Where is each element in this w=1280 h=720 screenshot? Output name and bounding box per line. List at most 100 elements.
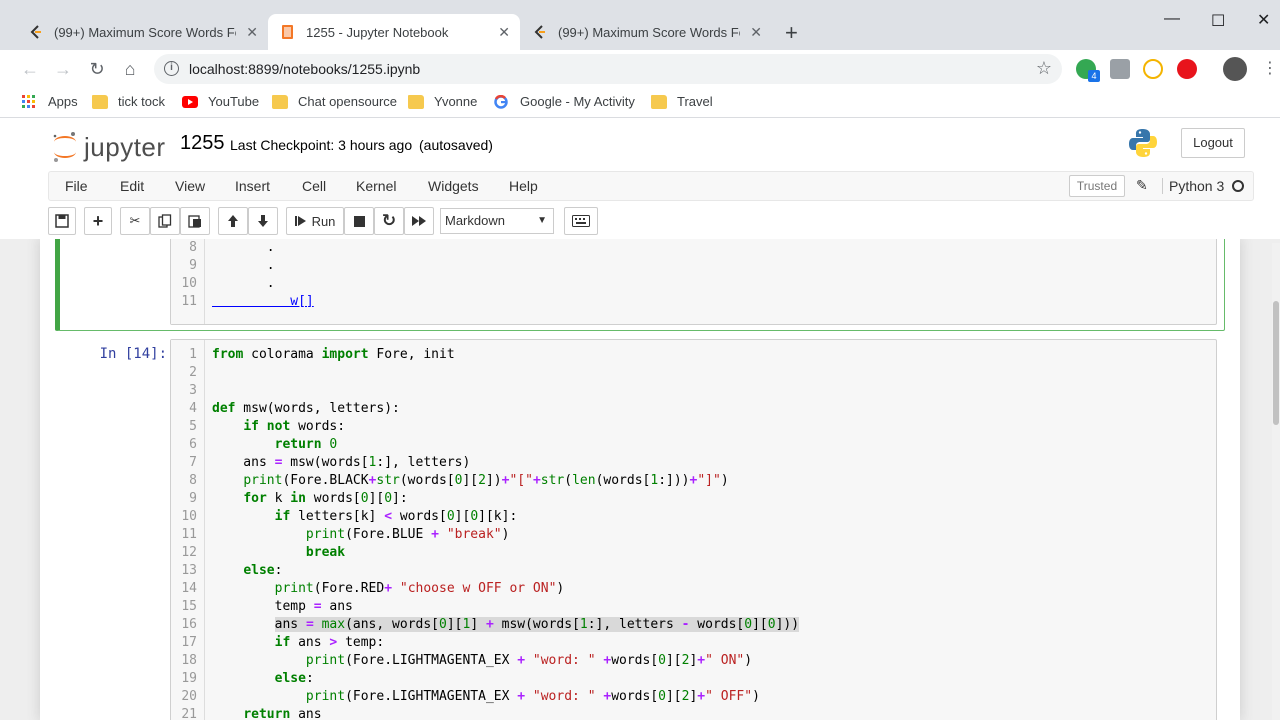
scrollbar-thumb[interactable] xyxy=(1273,301,1279,425)
code-text: temp = ans xyxy=(212,599,353,614)
code-line[interactable]: 18 print(Fore.LIGHTMAGENTA_EX + "word: "… xyxy=(171,652,1211,670)
jupyter-header: jupyter 1255 Last Checkpoint: 3 hours ag… xyxy=(0,122,1280,170)
cut-button[interactable]: ✂ xyxy=(120,207,150,235)
leetcode-favicon-icon xyxy=(532,24,548,40)
line-number: 2 xyxy=(189,365,197,380)
extension-puzzle-icon[interactable] xyxy=(1110,59,1130,79)
line-number: 20 xyxy=(181,689,197,704)
logout-button[interactable]: Logout xyxy=(1181,128,1245,158)
code-cell-selected[interactable]: 7w[____0____]8 .9 .10 .11 w[] xyxy=(55,239,1225,331)
bookmark-travel[interactable]: Travel xyxy=(651,94,713,109)
extension-w-icon[interactable] xyxy=(1143,59,1163,79)
site-info-icon[interactable]: i xyxy=(164,61,179,76)
menu-file[interactable]: File xyxy=(65,178,88,194)
bookmark-yvonne[interactable]: Yvonne xyxy=(408,94,477,109)
step-forward-icon xyxy=(294,216,306,226)
menu-edit[interactable]: Edit xyxy=(120,178,144,194)
browser-menu-icon[interactable]: ⋮ xyxy=(1262,58,1278,78)
restart-kernel-button[interactable]: ↻ xyxy=(374,207,404,235)
move-up-button[interactable] xyxy=(218,207,248,235)
code-text: print(Fore.LIGHTMAGENTA_EX + "word: " +w… xyxy=(305,653,753,668)
run-button[interactable]: Run xyxy=(286,207,344,235)
minimize-icon[interactable]: — xyxy=(1164,10,1180,28)
code-line[interactable]: 17 if ans > temp: xyxy=(171,634,1211,652)
url-input[interactable]: i localhost:8899/notebooks/1255.ipynb ☆ xyxy=(154,54,1062,84)
browser-tab-3[interactable]: (99+) Maximum Score Words For ✕ xyxy=(520,14,772,50)
notebook-name[interactable]: 1255 xyxy=(180,132,225,155)
menu-cell[interactable]: Cell xyxy=(302,178,326,194)
bookmark-tick-tock[interactable]: tick tock xyxy=(92,94,165,109)
code-line[interactable]: 13 else: xyxy=(171,562,1211,580)
cell-type-select[interactable]: Markdown ▼ xyxy=(440,208,554,234)
insert-cell-button[interactable]: + xyxy=(84,207,112,235)
restart-run-all-button[interactable] xyxy=(404,207,434,235)
bookmark-label: YouTube xyxy=(208,94,260,109)
arrow-up-icon xyxy=(228,215,238,227)
code-line[interactable]: 11 print(Fore.BLUE + "break") xyxy=(171,526,1211,544)
code-line[interactable]: 15 temp = ans xyxy=(171,598,1211,616)
tab-close-icon[interactable]: ✕ xyxy=(246,24,258,41)
code-line[interactable]: 8 . xyxy=(171,239,1211,257)
home-icon[interactable]: ⌂ xyxy=(120,59,140,80)
code-line[interactable]: 10 if letters[k] < words[0][0][k]: xyxy=(171,508,1211,526)
save-button[interactable] xyxy=(48,207,76,235)
back-arrow-icon[interactable]: ← xyxy=(20,59,40,80)
code-line[interactable]: 6 return 0 xyxy=(171,436,1211,454)
code-line[interactable]: 11 w[] xyxy=(171,293,1211,311)
code-line[interactable]: 10 . xyxy=(171,275,1211,293)
code-editor[interactable]: 7w[____0____]8 .9 .10 .11 w[] xyxy=(170,239,1217,325)
code-line[interactable]: 7 ans = msw(words[1:], letters) xyxy=(171,454,1211,472)
browser-tab-2[interactable]: 1255 - Jupyter Notebook ✕ xyxy=(268,14,520,50)
code-line[interactable]: 1 from colorama import Fore, init xyxy=(171,346,1211,364)
close-window-icon[interactable]: ✕ xyxy=(1257,10,1270,30)
tab-close-icon[interactable]: ✕ xyxy=(750,24,762,41)
code-line[interactable]: 20 print(Fore.LIGHTMAGENTA_EX + "word: "… xyxy=(171,688,1211,706)
jupyter-logo[interactable]: jupyter xyxy=(52,130,166,164)
bookmark-apps[interactable]: Apps xyxy=(22,94,78,109)
interrupt-kernel-button[interactable] xyxy=(344,207,374,235)
notebook-scroll-area[interactable]: 7w[____0____]8 .9 .10 .11 w[] In [14]: 1… xyxy=(0,239,1280,720)
command-palette-button[interactable] xyxy=(564,207,598,235)
code-line[interactable]: 8 print(Fore.BLACK+str(words[0][2])+"["+… xyxy=(171,472,1211,490)
paste-icon xyxy=(188,215,201,228)
copy-button[interactable] xyxy=(150,207,180,235)
bookmark-star-icon[interactable]: ☆ xyxy=(1036,58,1052,79)
line-number: 10 xyxy=(181,276,197,291)
menu-view[interactable]: View xyxy=(175,178,205,194)
code-line[interactable]: 21 return ans xyxy=(171,706,1211,720)
browser-tab-1[interactable]: (99+) Maximum Score Words For ✕ xyxy=(16,14,269,50)
code-line[interactable]: 5 if not words: xyxy=(171,418,1211,436)
vertical-scrollbar[interactable] xyxy=(1272,243,1280,720)
new-tab-button[interactable]: + xyxy=(785,20,798,46)
code-line[interactable]: 19 else: xyxy=(171,670,1211,688)
forward-arrow-icon[interactable]: → xyxy=(53,59,73,80)
line-number: 18 xyxy=(181,653,197,668)
menu-help[interactable]: Help xyxy=(509,178,538,194)
paste-button[interactable] xyxy=(180,207,210,235)
bookmark-youtube[interactable]: YouTube xyxy=(182,94,259,109)
code-line[interactable]: 9 . xyxy=(171,257,1211,275)
tab-close-icon[interactable]: ✕ xyxy=(498,24,510,41)
maximize-icon[interactable]: ☐ xyxy=(1211,11,1225,31)
code-editor[interactable]: 1 from colorama import Fore, init 2 3 4 def m… xyxy=(170,339,1217,720)
bookmark-chat-opensource[interactable]: Chat opensource xyxy=(272,94,397,109)
bookmark-google-activity[interactable]: Google - My Activity xyxy=(494,94,635,109)
code-line[interactable]: 3 xyxy=(171,382,1211,400)
code-line[interactable]: 12 break xyxy=(171,544,1211,562)
code-line[interactable]: 2 xyxy=(171,364,1211,382)
code-cell[interactable]: In [14]: 1 from colorama import Fore, ini… xyxy=(55,339,1225,720)
menu-kernel[interactable]: Kernel xyxy=(356,178,396,194)
trusted-indicator[interactable]: Trusted xyxy=(1069,175,1125,197)
reload-icon[interactable]: ↻ xyxy=(87,59,107,80)
code-line[interactable]: 4 def msw(words, letters): xyxy=(171,400,1211,418)
extension-red-icon[interactable] xyxy=(1177,59,1197,79)
code-line[interactable]: 16 ans = max(ans, words[0][1] + msw(word… xyxy=(171,616,1211,634)
folder-icon xyxy=(651,94,667,109)
menu-insert[interactable]: Insert xyxy=(235,178,270,194)
code-line[interactable]: 14 print(Fore.RED+ "choose w OFF or ON") xyxy=(171,580,1211,598)
code-text: break xyxy=(305,545,346,560)
move-down-button[interactable] xyxy=(248,207,278,235)
code-line[interactable]: 9 for k in words[0][0]: xyxy=(171,490,1211,508)
profile-avatar[interactable] xyxy=(1223,57,1247,81)
menu-widgets[interactable]: Widgets xyxy=(428,178,479,194)
